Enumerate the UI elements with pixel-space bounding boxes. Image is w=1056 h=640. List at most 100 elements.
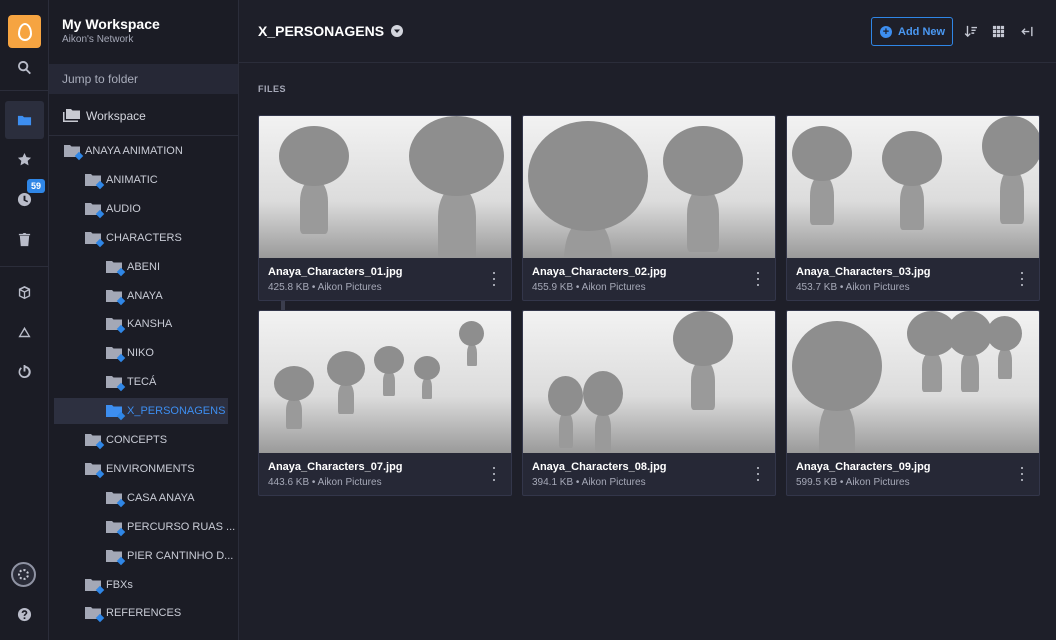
file-card[interactable]: Anaya_Characters_03.jpg 453.7 KB • Aikon … [786, 115, 1040, 301]
tree-item[interactable]: TECÁ [49, 369, 229, 395]
thumbnail-figure-body [810, 175, 834, 225]
jump-to-folder-input[interactable]: Jump to folder [49, 64, 238, 94]
tree-item[interactable]: PIER CANTINHO D... [49, 543, 233, 569]
workspace-label: Workspace [86, 108, 146, 123]
tree-item[interactable]: PERCURSO RUAS ... [49, 514, 235, 540]
folder-icon [85, 434, 105, 450]
file-card[interactable]: Anaya_Characters_08.jpg 394.1 KB • Aikon … [522, 310, 776, 496]
star-icon[interactable] [5, 140, 44, 178]
tree-item[interactable]: NIKO [49, 340, 229, 366]
file-card[interactable]: Anaya_Characters_07.jpg 443.6 KB • Aikon … [258, 310, 512, 496]
thumbnail-figure-head [882, 131, 942, 186]
file-meta: 453.7 KB • Aikon Pictures [796, 282, 910, 293]
folder-icon[interactable] [5, 101, 44, 139]
file-card[interactable]: Anaya_Characters_01.jpg 425.8 KB • Aikon … [258, 115, 512, 301]
sort-icon[interactable] [961, 22, 979, 40]
thumbnail-figure-head [409, 116, 504, 196]
tree-item[interactable]: ENVIRONMENTS [49, 456, 229, 482]
thumbnail-figure-body [437, 188, 476, 258]
folder-icon [106, 376, 126, 392]
more-options-icon[interactable] [1017, 467, 1027, 481]
tree-item[interactable]: AUDIO [49, 196, 229, 222]
plus-icon: + [880, 25, 892, 38]
tree-item[interactable]: CHARACTERS [49, 225, 229, 251]
file-thumbnail[interactable] [259, 311, 511, 453]
tree-item[interactable]: ANAYA [49, 283, 229, 309]
thumbnail-figure-head [583, 371, 623, 416]
tree-item[interactable]: ANIMATIC [49, 167, 229, 193]
more-options-icon[interactable] [1017, 272, 1027, 286]
thumbnail-figure-body [383, 371, 395, 397]
thumbnail-figure-body [997, 347, 1012, 379]
thumbnail-figure-head [279, 126, 349, 186]
folder-icon [106, 318, 126, 334]
thumbnail-figure-body [421, 377, 433, 400]
folder-icon [85, 462, 105, 479]
tree-item-label: ANAYA ANIMATION [85, 145, 183, 157]
tree-item[interactable]: KANSHA [49, 311, 229, 337]
file-name: Anaya_Characters_08.jpg [532, 461, 667, 473]
tree-item-label: KANSHA [127, 318, 173, 331]
folder-icon [85, 173, 105, 190]
tree-item[interactable]: CONCEPTS [49, 427, 229, 453]
tree-item-label: PERCURSO RUAS ... [127, 520, 236, 533]
tree-item-label: CHARACTERS [106, 231, 182, 244]
tree-item[interactable]: X_PERSONAGENS [54, 398, 228, 425]
collapse-panel-icon[interactable] [1017, 22, 1035, 40]
cloud-icon[interactable] [5, 313, 44, 351]
folder-name: X_PERSONAGENS [258, 23, 385, 39]
folder-icon [106, 289, 126, 305]
thumbnail-figure-head [663, 126, 743, 196]
thumbnail-figure-head [987, 316, 1022, 351]
thumbnail-figure-body [691, 360, 715, 410]
workspace-root-item[interactable]: Workspace [49, 96, 238, 136]
file-card[interactable]: Anaya_Characters_02.jpg 455.9 KB • Aikon … [522, 115, 776, 301]
current-folder-title[interactable]: X_PERSONAGENS [258, 23, 404, 39]
tree-item-label: PIER CANTINHO D... [127, 549, 234, 562]
file-meta: 443.6 KB • Aikon Pictures [268, 477, 382, 488]
file-thumbnail[interactable] [787, 311, 1039, 453]
cube-icon[interactable] [5, 273, 44, 311]
tree-item[interactable]: REFERENCES [49, 600, 229, 626]
thumbnail-figure-head [792, 321, 882, 411]
more-options-icon[interactable] [753, 272, 763, 286]
search-icon[interactable] [5, 48, 44, 86]
file-thumbnail[interactable] [787, 116, 1039, 258]
workspace-icon [63, 109, 80, 122]
avatar[interactable] [11, 562, 36, 587]
tree-item[interactable]: ANAYA ANIMATION [49, 138, 229, 164]
more-options-icon[interactable] [489, 467, 499, 481]
add-new-button[interactable]: + Add New [871, 17, 953, 46]
top-bar: X_PERSONAGENS + Add New [239, 0, 1056, 63]
file-thumbnail[interactable] [523, 311, 775, 453]
folder-icon [85, 607, 105, 623]
thumbnail-figure-body [922, 351, 942, 392]
tree-item[interactable]: FBXs [49, 572, 229, 598]
power-icon[interactable] [5, 352, 44, 390]
file-name: Anaya_Characters_09.jpg [796, 461, 931, 473]
file-card[interactable]: Anaya_Characters_09.jpg 599.5 KB • Aikon … [786, 310, 1040, 496]
tree-item[interactable]: ABENI [49, 254, 229, 280]
workspace-title[interactable]: My Workspace [62, 16, 160, 32]
tree-item-label: ANAYA [127, 289, 163, 302]
tree-item-label: CASA ANAYA [127, 491, 195, 504]
grid-view-icon[interactable] [989, 22, 1007, 40]
tree-item[interactable]: CASA ANAYA [49, 485, 229, 511]
tree-item-label: TECÁ [127, 376, 157, 389]
thumbnail-figure-head [982, 116, 1039, 176]
logo-icon[interactable] [8, 15, 41, 48]
tree-item-label: ENVIRONMENTS [106, 462, 195, 475]
file-meta: 455.9 KB • Aikon Pictures [532, 282, 646, 293]
chevron-down-icon[interactable] [391, 25, 404, 37]
file-thumbnail[interactable] [523, 116, 775, 258]
trash-icon[interactable] [5, 220, 44, 258]
tree-item-label: FBXs [106, 578, 133, 591]
more-options-icon[interactable] [489, 272, 499, 286]
folder-icon [85, 578, 105, 594]
help-icon[interactable] [5, 595, 44, 633]
tree-item-label: REFERENCES [106, 607, 182, 620]
more-options-icon[interactable] [753, 467, 763, 481]
thumbnail-figure-head [673, 311, 733, 366]
file-thumbnail[interactable] [259, 116, 511, 258]
folder-icon [106, 520, 126, 536]
